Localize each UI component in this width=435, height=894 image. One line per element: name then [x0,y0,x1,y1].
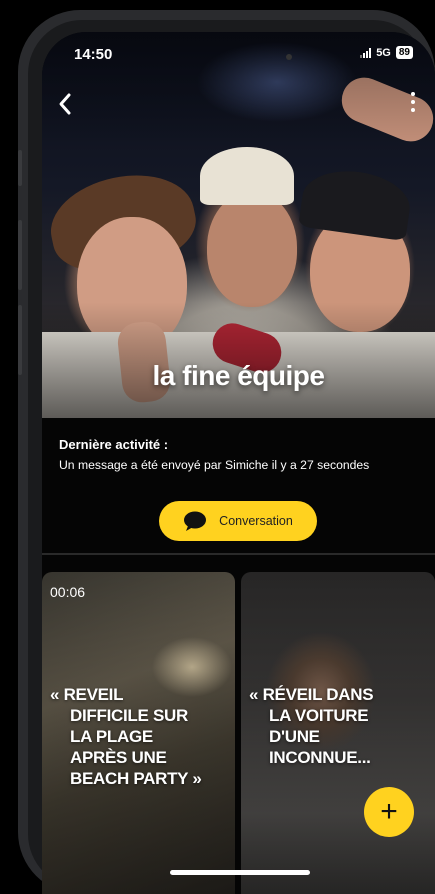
story-title-line: D'UNE [269,727,320,746]
story-title-line: « REVEIL [50,685,124,704]
app-screen: 14:50 5G 89 la fine équipe Dernière acti… [42,32,435,894]
home-indicator[interactable] [170,870,310,875]
status-indicators: 5G 89 [360,46,413,59]
chat-bubble-icon [184,511,207,531]
chevron-left-icon [59,93,71,115]
more-vertical-icon [409,92,417,112]
network-type: 5G [376,46,391,59]
story-title-line: LA PLAGE [70,727,153,746]
story-title-line: INCONNUE... [269,748,371,767]
story-card[interactable]: 00:06 « REVEIL DIFFICILE SUR LA PLAGE AP… [42,572,235,894]
add-button[interactable]: + [364,787,414,837]
side-button [18,305,22,375]
story-duration: 00:06 [50,584,86,600]
signal-icon [360,47,372,58]
story-title: « RÉVEIL DANS LA VOITURE D'UNE INCONNUE.… [249,684,374,768]
activity-label: Dernière activité : [59,437,169,452]
conversation-label: Conversation [219,514,293,528]
plus-icon: + [380,795,398,828]
story-title-line: APRÈS UNE [70,748,167,767]
camera-dot [286,54,292,60]
back-button[interactable] [54,90,78,118]
activity-text: Un message a été envoyé par Simiche il y… [59,458,370,472]
story-title-line: DIFFICILE SUR [70,706,188,725]
story-title: « REVEIL DIFFICILE SUR LA PLAGE APRÈS UN… [50,684,202,789]
group-cover-photo: 14:50 5G 89 la fine équipe [42,32,435,418]
side-button [18,150,22,186]
section-divider [42,553,435,555]
group-title: la fine équipe [152,360,325,391]
story-title-line: BEACH PARTY » [70,769,202,788]
story-card[interactable]: « RÉVEIL DANS LA VOITURE D'UNE INCONNUE.… [241,572,435,894]
more-options-button[interactable] [409,92,417,116]
conversation-button[interactable]: Conversation [159,501,317,541]
story-title-line: « RÉVEIL DANS [249,685,374,704]
story-title-line: LA VOITURE [269,706,369,725]
status-time: 14:50 [74,46,113,63]
side-button [18,220,22,290]
battery-icon: 89 [395,46,413,59]
